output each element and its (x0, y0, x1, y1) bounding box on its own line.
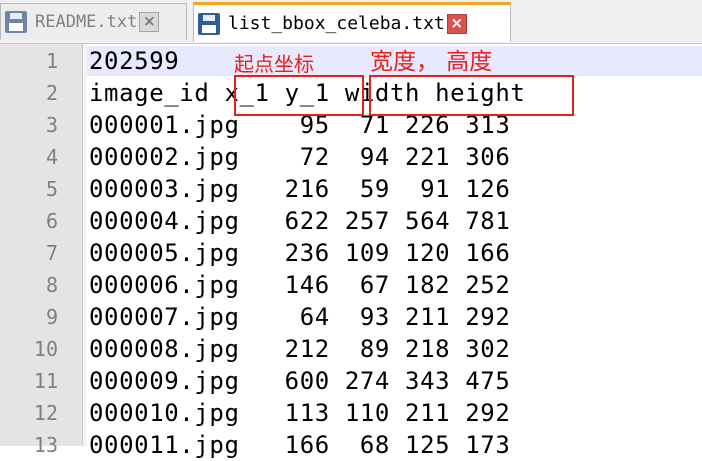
line-number: 13 (33, 433, 58, 457)
text-line: 4 000002.jpg 72 94 221 306 (0, 141, 702, 173)
text-line: 5 000003.jpg 216 59 91 126 (0, 173, 702, 205)
tab-label: README.txt (35, 12, 138, 32)
start-coord-annotation: 起点坐标 (234, 52, 314, 76)
text-line: 9 000007.jpg 64 93 211 292 (0, 301, 702, 333)
close-tab-icon[interactable]: × (446, 13, 467, 34)
line-number: 7 (45, 241, 58, 265)
text-line: 7 000005.jpg 236 109 120 166 (0, 237, 702, 269)
tab-list-bbox-celeba[interactable]: list_bbox_celeba.txt × (193, 2, 511, 42)
tab-label: list_bbox_celeba.txt (228, 13, 445, 34)
line-number: 2 (45, 81, 58, 105)
line-text[interactable]: 000010.jpg 113 110 211 292 (89, 397, 510, 429)
line-number: 10 (33, 337, 58, 361)
line-text[interactable]: 000005.jpg 236 109 120 166 (89, 237, 510, 269)
text-line: 13 000011.jpg 166 68 125 173 (0, 429, 702, 461)
line-text[interactable]: 000006.jpg 146 67 182 252 (89, 269, 510, 301)
width-height-highlight-box (369, 75, 574, 116)
start-coord-highlight-box (234, 75, 364, 116)
text-line: 10 000008.jpg 212 89 218 302 (0, 333, 702, 365)
floppy-disk-icon (198, 12, 220, 35)
line-number: 8 (45, 273, 58, 297)
floppy-disk-icon (5, 11, 27, 33)
line-number: 9 (45, 305, 58, 329)
line-number: 12 (33, 401, 58, 425)
text-line: 11 000009.jpg 600 274 343 475 (0, 365, 702, 397)
text-line: 1 202599 (0, 45, 702, 77)
text-line: 6 000004.jpg 622 257 564 781 (0, 205, 702, 237)
line-text[interactable]: 000009.jpg 600 274 343 475 (89, 365, 510, 397)
line-number: 5 (45, 177, 58, 201)
line-number: 4 (45, 145, 58, 169)
close-tab-icon[interactable]: × (139, 12, 160, 32)
line-text[interactable]: 000002.jpg 72 94 221 306 (89, 141, 510, 173)
line-text[interactable]: 000004.jpg 622 257 564 781 (89, 205, 510, 237)
line-text[interactable]: 202599 (89, 45, 179, 77)
line-text[interactable]: 000007.jpg 64 93 211 292 (89, 301, 510, 333)
line-number: 3 (45, 113, 58, 137)
tab-readme[interactable]: README.txt × (0, 3, 187, 40)
line-number: 6 (45, 209, 58, 233)
width-height-annotation: 宽度， 高度 (370, 49, 493, 75)
line-number: 1 (45, 49, 58, 73)
line-text[interactable]: 000011.jpg 166 68 125 173 (89, 429, 510, 461)
text-line: 12 000010.jpg 113 110 211 292 (0, 397, 702, 429)
tab-bar: README.txt × list_bbox_celeba.txt × (0, 0, 702, 44)
line-text[interactable]: 000003.jpg 216 59 91 126 (89, 173, 510, 205)
line-number: 11 (33, 369, 58, 393)
line-text[interactable]: 000008.jpg 212 89 218 302 (89, 333, 510, 365)
text-line: 8 000006.jpg 146 67 182 252 (0, 269, 702, 301)
